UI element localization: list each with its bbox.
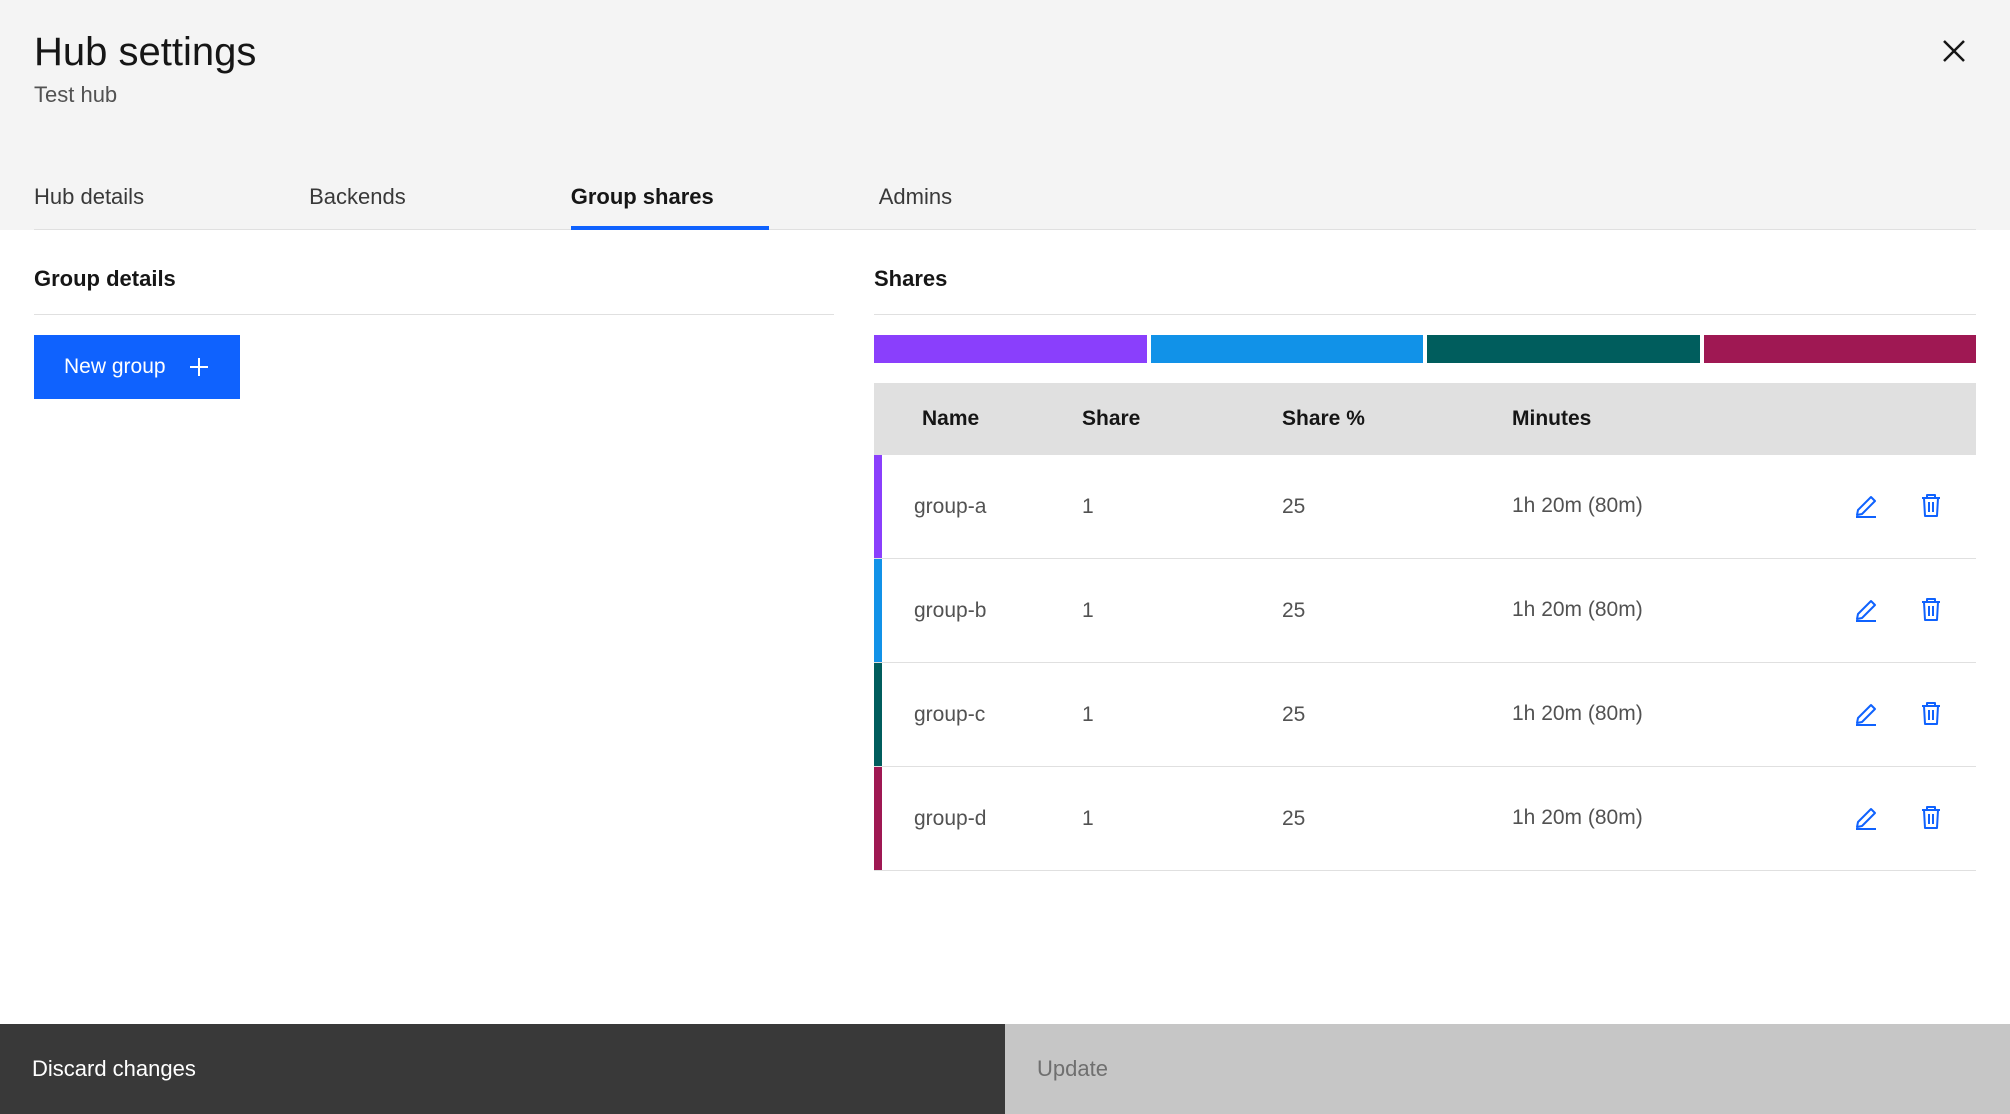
cell-share-pct: 25 (1282, 703, 1512, 727)
tab-group-shares[interactable]: Group shares (571, 168, 769, 230)
page-title: Hub settings (34, 28, 1976, 76)
cell-minutes: 1h 20m (80m) (1512, 804, 1752, 832)
content: Group details New group Shares Name Shar… (0, 230, 2010, 871)
row-actions (1752, 799, 1976, 838)
delete-button[interactable] (1914, 799, 1948, 838)
row-actions (1752, 591, 1976, 630)
cell-share: 1 (1082, 807, 1282, 831)
trash-icon (1918, 507, 1944, 522)
cell-share-pct: 25 (1282, 495, 1512, 519)
header: Hub settings Test hub Hub details Backend… (0, 0, 2010, 230)
table-row: group-c1251h 20m (80m) (874, 663, 1976, 767)
col-header-share: Share (1082, 407, 1282, 431)
col-header-minutes: Minutes (1512, 407, 1752, 431)
shares-panel: Shares Name Share Share % Minutes group-… (874, 266, 1976, 871)
cell-minutes: 1h 20m (80m) (1512, 700, 1752, 728)
cell-share: 1 (1082, 495, 1282, 519)
share-segment-group-c (1427, 335, 1700, 363)
update-button[interactable]: Update (1005, 1024, 2010, 1114)
group-details-panel: Group details New group (34, 266, 834, 871)
table-row: group-b1251h 20m (80m) (874, 559, 1976, 663)
edit-button[interactable] (1848, 487, 1884, 526)
edit-icon (1852, 715, 1880, 730)
cell-minutes: 1h 20m (80m) (1512, 596, 1752, 624)
delete-button[interactable] (1914, 487, 1948, 526)
page-subtitle: Test hub (34, 82, 1976, 108)
table-row: group-a1251h 20m (80m) (874, 455, 1976, 559)
trash-icon (1918, 819, 1944, 834)
delete-button[interactable] (1914, 591, 1948, 630)
row-actions (1752, 695, 1976, 734)
new-group-button[interactable]: New group (34, 335, 240, 399)
row-actions (1752, 487, 1976, 526)
trash-icon (1918, 611, 1944, 626)
cell-name: group-d (882, 807, 1082, 831)
row-color-stripe (874, 455, 882, 558)
cell-minutes: 1h 20m (80m) (1512, 492, 1752, 520)
share-distribution-bar (874, 335, 1976, 363)
row-color-stripe (874, 767, 882, 870)
share-segment-group-a (874, 335, 1147, 363)
row-color-stripe (874, 559, 882, 662)
footer: Discard changes Update (0, 1024, 2010, 1114)
edit-button[interactable] (1848, 799, 1884, 838)
trash-icon (1918, 715, 1944, 730)
col-header-name: Name (882, 407, 1082, 431)
tab-backends[interactable]: Backends (309, 168, 461, 230)
discard-changes-button[interactable]: Discard changes (0, 1024, 1005, 1114)
col-header-share-pct: Share % (1282, 407, 1512, 431)
edit-button[interactable] (1848, 591, 1884, 630)
tab-hub-details[interactable]: Hub details (34, 168, 199, 230)
new-group-label: New group (64, 355, 166, 379)
delete-button[interactable] (1914, 695, 1948, 734)
shares-table: Name Share Share % Minutes group-a1251h … (874, 383, 1976, 871)
edit-button[interactable] (1848, 695, 1884, 734)
row-color-stripe (874, 663, 882, 766)
table-row: group-d1251h 20m (80m) (874, 767, 1976, 871)
edit-icon (1852, 819, 1880, 834)
cell-share: 1 (1082, 703, 1282, 727)
cell-share: 1 (1082, 599, 1282, 623)
close-button[interactable] (1938, 36, 1970, 68)
tab-admins[interactable]: Admins (879, 168, 1007, 230)
close-icon (1941, 38, 1967, 64)
cell-name: group-a (882, 495, 1082, 519)
cell-name: group-c (882, 703, 1082, 727)
share-segment-group-d (1704, 335, 1977, 363)
cell-name: group-b (882, 599, 1082, 623)
share-segment-group-b (1151, 335, 1424, 363)
tabs: Hub details Backends Group shares Admins (34, 168, 1976, 230)
cell-share-pct: 25 (1282, 599, 1512, 623)
cell-share-pct: 25 (1282, 807, 1512, 831)
plus-icon (188, 356, 210, 378)
edit-icon (1852, 507, 1880, 522)
edit-icon (1852, 611, 1880, 626)
shares-heading: Shares (874, 266, 1976, 315)
group-details-heading: Group details (34, 266, 834, 315)
table-header: Name Share Share % Minutes (874, 383, 1976, 455)
